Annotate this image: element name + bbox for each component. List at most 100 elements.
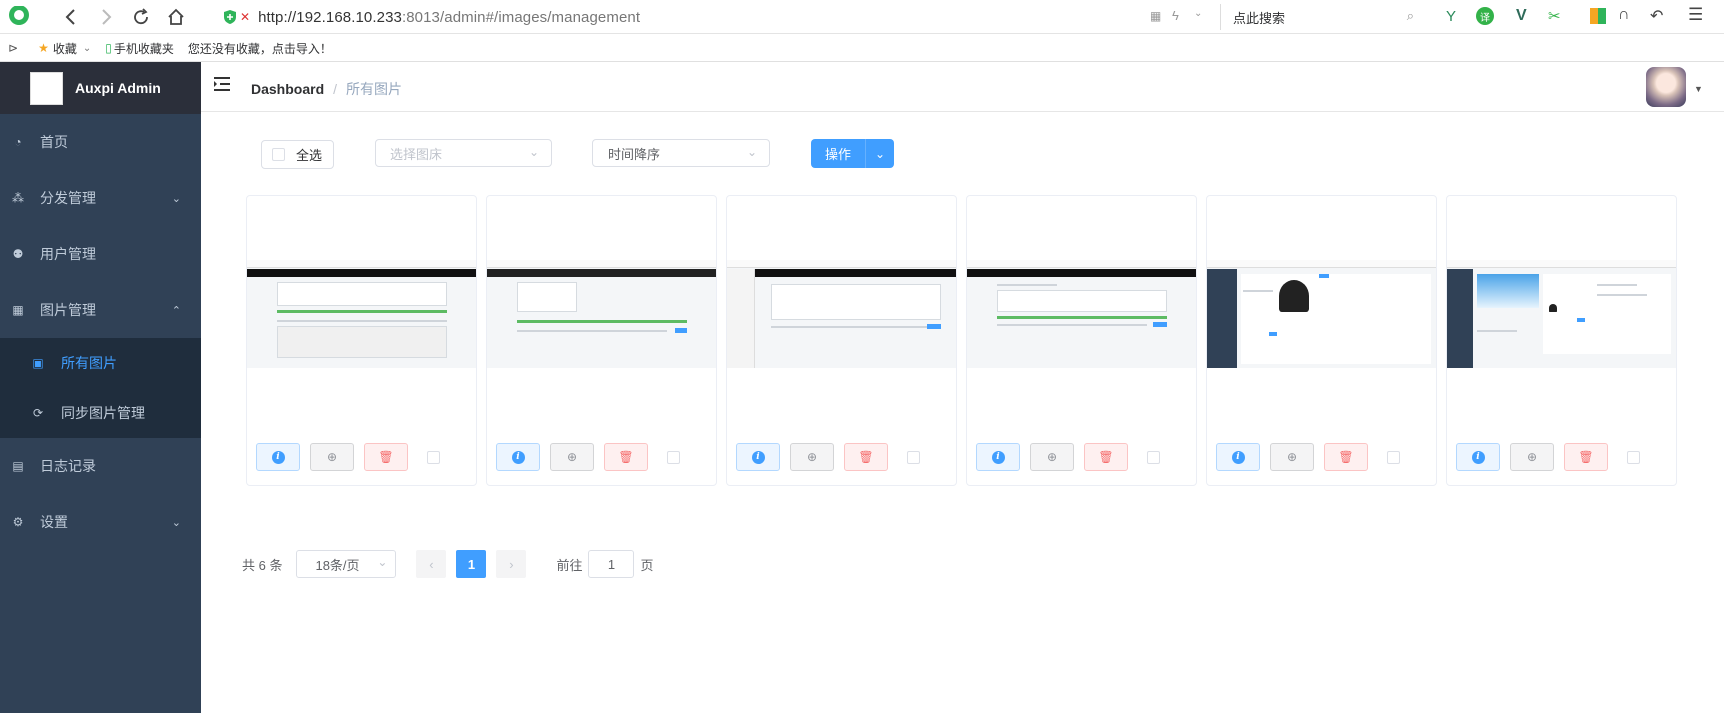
card-checkbox[interactable] bbox=[427, 450, 440, 464]
lightning-icon[interactable]: ϟ bbox=[1172, 8, 1179, 23]
zoom-button[interactable]: ⊕ bbox=[550, 443, 594, 471]
bookmarks-bar: ⊳ ★ 收藏 ⌄ ▯ 手机收藏夹 您还没有收藏，点击导入！ bbox=[0, 35, 1724, 62]
info-button[interactable]: i bbox=[736, 443, 780, 471]
zoom-button[interactable]: ⊕ bbox=[310, 443, 354, 471]
chevron-left-icon: ‹ bbox=[429, 556, 434, 572]
image-card: i ⊕ 🗑 bbox=[246, 195, 477, 486]
card-checkbox[interactable] bbox=[1627, 450, 1640, 464]
sidebar-toggle-icon[interactable]: ⊳ bbox=[8, 41, 18, 55]
next-page-button[interactable]: › bbox=[496, 550, 527, 578]
info-button[interactable]: i bbox=[1456, 443, 1500, 471]
sidebar-item-sync-images[interactable]: ⟳ 同步图片管理 bbox=[0, 388, 201, 438]
headphones-icon[interactable]: ∩ bbox=[1618, 6, 1630, 24]
chevron-down-icon: ⌄ bbox=[746, 145, 757, 159]
menu-icon[interactable]: ☰ bbox=[1688, 5, 1703, 25]
action-dropdown-button[interactable]: ⌄ bbox=[866, 139, 894, 168]
breadcrumb-home[interactable]: Dashboard bbox=[251, 81, 324, 97]
sort-select[interactable]: 时间降序 ⌄ bbox=[592, 139, 770, 167]
zoom-in-icon: ⊕ bbox=[1046, 450, 1058, 464]
back-icon[interactable] bbox=[60, 6, 82, 28]
chevron-down-icon[interactable]: ⌄ bbox=[83, 43, 91, 54]
delete-button[interactable]: 🗑 bbox=[844, 443, 888, 471]
image-thumbnail[interactable] bbox=[1207, 260, 1436, 368]
info-button[interactable]: i bbox=[256, 443, 300, 471]
pagination: 共 6 条 18条/页 ⌄ ‹ 1 › 前往 1 页 bbox=[242, 549, 654, 579]
zoom-button[interactable]: ⊕ bbox=[1270, 443, 1314, 471]
image-thumbnail[interactable] bbox=[967, 260, 1196, 368]
image-thumbnail[interactable] bbox=[1447, 260, 1676, 368]
info-button[interactable]: i bbox=[1216, 443, 1260, 471]
select-all-checkbox[interactable]: 全选 bbox=[261, 140, 334, 169]
zoom-button[interactable]: ⊕ bbox=[1510, 443, 1554, 471]
chevron-down-icon: ⌄ bbox=[874, 146, 886, 161]
sidebar-item-logs[interactable]: ▤ 日志记录 bbox=[0, 438, 201, 494]
card-checkbox[interactable] bbox=[1387, 450, 1400, 464]
sidebar-item-label: 同步图片管理 bbox=[61, 405, 145, 421]
sidebar-item-all-images[interactable]: ▣ 所有图片 bbox=[0, 338, 201, 388]
sort-value: 时间降序 bbox=[608, 146, 661, 162]
breadcrumb-current: 所有图片 bbox=[346, 81, 403, 97]
undo-icon[interactable]: ↶ bbox=[1650, 6, 1663, 26]
page-number-button[interactable]: 1 bbox=[456, 550, 487, 578]
info-button[interactable]: i bbox=[496, 443, 540, 471]
image-bed-select[interactable]: 选择图床 ⌄ bbox=[375, 139, 552, 167]
goto-page-input[interactable]: 1 bbox=[588, 550, 635, 578]
bookmark-favorites[interactable]: 收藏 bbox=[53, 40, 77, 57]
sidebar: Auxpi Admin ◔ 首页 ⁂ 分发管理 ⌄ ⚉ 用户管理 ▦ 图片管理 … bbox=[0, 62, 201, 713]
reload-icon[interactable] bbox=[130, 6, 152, 28]
delete-button[interactable]: 🗑 bbox=[1084, 443, 1128, 471]
browser-search-input[interactable]: 点此搜索 ⌕ bbox=[1220, 4, 1420, 30]
extension-y-icon[interactable]: Y bbox=[1446, 8, 1456, 25]
prev-page-button[interactable]: ‹ bbox=[416, 550, 447, 578]
qr-icon[interactable]: ▦ bbox=[1150, 9, 1161, 23]
translate-icon[interactable]: 译 bbox=[1476, 7, 1494, 25]
bookmark-import-hint[interactable]: 您还没有收藏，点击导入！ bbox=[188, 40, 332, 57]
forward-icon[interactable] bbox=[95, 6, 117, 28]
zoom-button[interactable]: ⊕ bbox=[1030, 443, 1074, 471]
apps-icon[interactable] bbox=[1590, 8, 1606, 24]
zoom-button[interactable]: ⊕ bbox=[790, 443, 834, 471]
delete-button[interactable]: 🗑 bbox=[364, 443, 408, 471]
info-icon: i bbox=[751, 450, 765, 464]
trash-icon: 🗑 bbox=[1098, 450, 1114, 464]
sidebar-item-home[interactable]: ◔ 首页 bbox=[0, 114, 201, 170]
logo-image bbox=[30, 71, 63, 105]
images-submenu: ▣ 所有图片 ⟳ 同步图片管理 bbox=[0, 338, 201, 438]
avatar[interactable] bbox=[1646, 67, 1686, 107]
scissors-icon[interactable]: ✂ bbox=[1548, 7, 1561, 25]
hamburger-icon[interactable] bbox=[213, 76, 233, 96]
card-checkbox[interactable] bbox=[907, 450, 920, 464]
info-button[interactable]: i bbox=[976, 443, 1020, 471]
delete-button[interactable]: 🗑 bbox=[1564, 443, 1608, 471]
vue-devtools-icon[interactable]: V bbox=[1516, 7, 1527, 25]
address-bar[interactable]: ✕ http://192.168.10.233:8013/admin#/imag… bbox=[222, 4, 1222, 30]
shield-icon bbox=[224, 10, 236, 24]
network-icon: ⁂ bbox=[12, 191, 24, 205]
card-actions: i ⊕ 🗑 bbox=[1216, 442, 1400, 472]
sidebar-item-images[interactable]: ▦ 图片管理 ⌃ bbox=[0, 282, 201, 338]
image-thumbnail[interactable] bbox=[487, 260, 716, 368]
delete-button[interactable]: 🗑 bbox=[1324, 443, 1368, 471]
card-actions: i ⊕ 🗑 bbox=[496, 442, 680, 472]
home-icon[interactable] bbox=[165, 6, 187, 28]
page-size-select[interactable]: 18条/页 ⌄ bbox=[296, 550, 397, 578]
image-thumbnail[interactable] bbox=[247, 260, 476, 368]
chevron-down-icon[interactable]: ⌄ bbox=[1194, 8, 1202, 19]
sidebar-item-label: 设置 bbox=[40, 514, 68, 530]
caret-down-icon[interactable]: ▼ bbox=[1694, 84, 1703, 94]
sidebar-item-settings[interactable]: ⚙ 设置 ⌄ bbox=[0, 494, 201, 550]
action-button[interactable]: 操作 bbox=[811, 139, 866, 168]
sidebar-logo[interactable]: Auxpi Admin bbox=[0, 62, 201, 114]
card-checkbox[interactable] bbox=[1147, 450, 1160, 464]
sidebar-item-distribution[interactable]: ⁂ 分发管理 ⌄ bbox=[0, 170, 201, 226]
image-thumbnail[interactable] bbox=[727, 260, 956, 368]
delete-button[interactable]: 🗑 bbox=[604, 443, 648, 471]
checkbox-box bbox=[272, 148, 285, 161]
sidebar-item-users[interactable]: ⚉ 用户管理 bbox=[0, 226, 201, 282]
bookmark-mobile[interactable]: 手机收藏夹 bbox=[114, 40, 174, 57]
search-icon[interactable]: ⌕ bbox=[1407, 8, 1414, 24]
card-checkbox[interactable] bbox=[667, 450, 680, 464]
phone-icon: ▯ bbox=[105, 41, 112, 55]
sidebar-item-label: 首页 bbox=[40, 134, 68, 150]
chevron-up-icon: ⌃ bbox=[171, 304, 181, 317]
